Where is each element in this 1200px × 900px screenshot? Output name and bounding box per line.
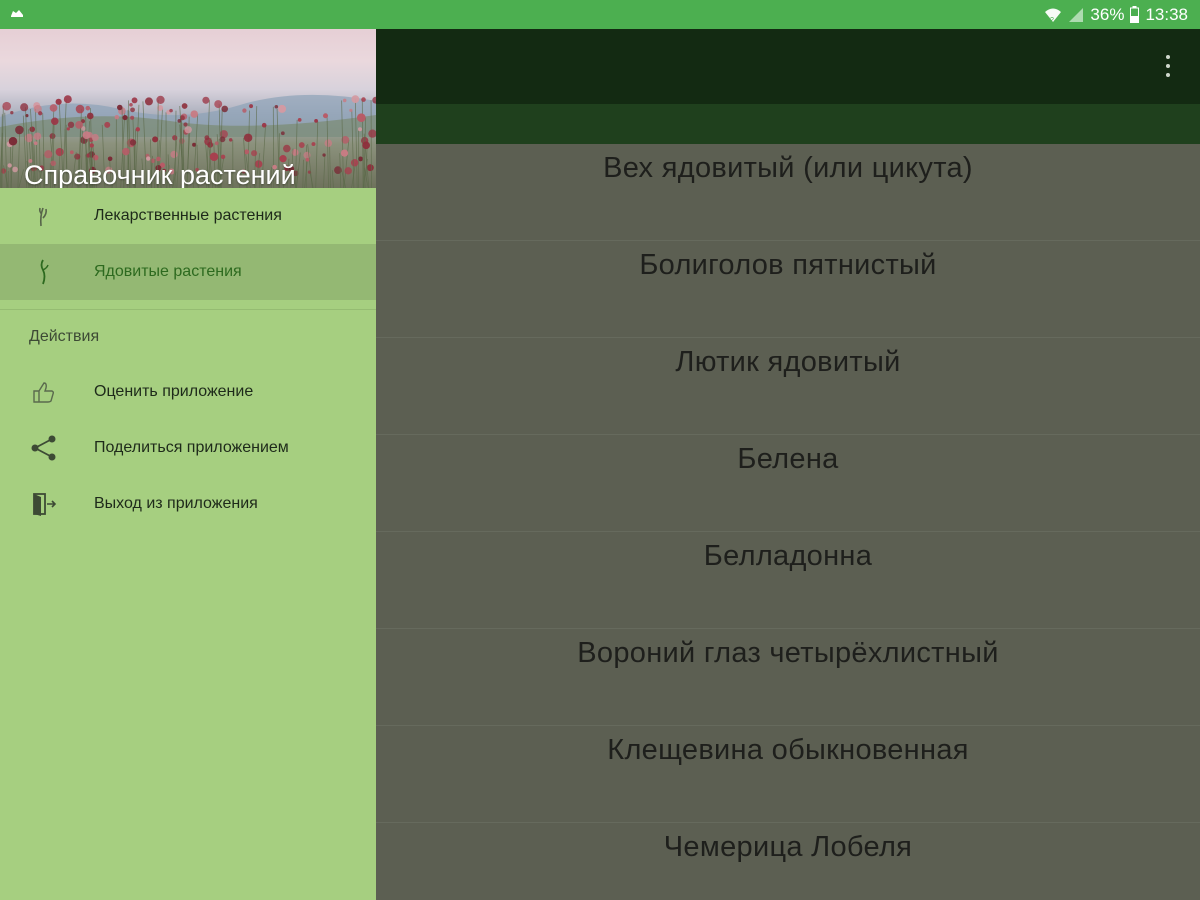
- list-item[interactable]: Вороний глаз четырёхлистный: [376, 629, 1200, 726]
- nav-item-label: Ядовитые растения: [94, 263, 242, 280]
- plant-name: Болиголов пятнистый: [639, 249, 937, 281]
- herb-icon: [28, 200, 60, 232]
- exit-app-item[interactable]: Выход из приложения: [0, 476, 376, 532]
- status-right: ? 36% 13:38: [1044, 5, 1188, 25]
- list-item[interactable]: Болиголов пятнистый: [376, 241, 1200, 338]
- battery-icon: [1130, 6, 1140, 23]
- share-icon: [28, 432, 60, 464]
- plant-name: Белладонна: [703, 540, 873, 572]
- nav-list: Лекарственные растения Ядовитые растения: [0, 188, 376, 300]
- navigation-drawer: Справочник растений Лекарственные растен…: [0, 29, 376, 900]
- more-vert-icon[interactable]: [1164, 55, 1172, 77]
- plant-name: Белена: [737, 443, 839, 475]
- nav-item-medicinal-plants[interactable]: Лекарственные растения: [0, 188, 376, 244]
- list-item[interactable]: Клещевина обыкновенная: [376, 726, 1200, 823]
- list-item[interactable]: Лютик ядовитый: [376, 338, 1200, 435]
- section-title: Действия: [29, 328, 100, 345]
- plant-sprout-icon: [28, 256, 60, 288]
- actions-list: Оценить приложение Поделиться приложение…: [0, 364, 376, 532]
- nav-item-poisonous-plants[interactable]: Ядовитые растения: [0, 244, 376, 300]
- clock: 13:38: [1145, 4, 1188, 24]
- plant-name: Клещевина обыкновенная: [607, 734, 969, 766]
- app-notification-icon: [10, 6, 24, 24]
- signal-icon: [1068, 7, 1084, 23]
- status-bar: ? 36% 13:38: [0, 0, 1200, 29]
- plant-name: Лютик ядовитый: [675, 346, 901, 378]
- drawer-title: Справочник растений: [24, 160, 296, 188]
- svg-text:?: ?: [1050, 17, 1054, 23]
- battery-percent: 36%: [1090, 4, 1125, 24]
- tab-strip: [376, 104, 1200, 144]
- plant-name: Вех ядовитый (или цикута): [603, 152, 973, 184]
- drawer-header: Справочник растений: [0, 29, 376, 188]
- status-left: [10, 6, 24, 24]
- thumb-up-icon: [28, 376, 60, 408]
- share-app-item[interactable]: Поделиться приложением: [0, 420, 376, 476]
- list-item[interactable]: Белена: [376, 435, 1200, 532]
- rate-app-item[interactable]: Оценить приложение: [0, 364, 376, 420]
- app-toolbar: [376, 29, 1200, 104]
- list-item[interactable]: Вех ядовитый (или цикута): [376, 144, 1200, 241]
- wifi-icon: ?: [1044, 7, 1062, 23]
- exit-icon: [28, 488, 60, 520]
- list-item[interactable]: Белладонна: [376, 532, 1200, 629]
- plant-name: Вороний глаз четырёхлистный: [577, 637, 999, 669]
- nav-item-label: Лекарственные растения: [94, 207, 282, 224]
- plant-name: Чемерица Лобеля: [663, 831, 913, 863]
- rate-app-label: Оценить приложение: [94, 383, 254, 400]
- main-content: Вех ядовитый (или цикута) Болиголов пятн…: [376, 29, 1200, 900]
- plant-list: Вех ядовитый (или цикута) Болиголов пятн…: [376, 144, 1200, 900]
- list-item[interactable]: Чемерица Лобеля: [376, 823, 1200, 900]
- exit-app-label: Выход из приложения: [94, 495, 258, 512]
- share-app-label: Поделиться приложением: [94, 439, 289, 456]
